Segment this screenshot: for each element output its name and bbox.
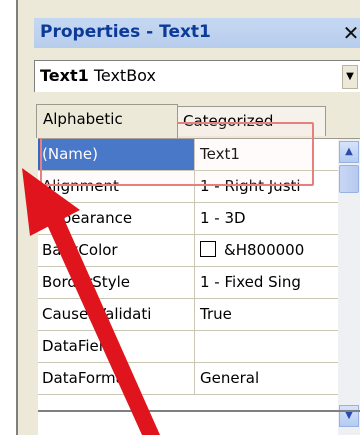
tab-categorized[interactable]: Categorized — [176, 106, 326, 136]
property-name: Alignment — [38, 171, 195, 202]
property-row-datafield[interactable]: DataField — [38, 331, 338, 363]
close-icon[interactable]: ✕ — [342, 20, 360, 46]
tab-label: Categorized — [183, 112, 274, 130]
chevron-down-icon[interactable]: ▼ — [342, 65, 358, 89]
property-row-alignment[interactable]: Alignment 1 - Right Justi — [38, 171, 338, 203]
property-row-name[interactable]: (Name) Text1 — [38, 139, 338, 171]
scroll-up-icon[interactable]: ▲ — [339, 141, 359, 163]
color-swatch — [200, 241, 216, 257]
desktop-background — [0, 0, 16, 435]
property-value[interactable]: 1 - 3D — [195, 203, 343, 234]
property-row-dataformat[interactable]: DataFormat General — [38, 363, 338, 395]
scroll-thumb[interactable] — [339, 165, 359, 193]
property-value-text: &H800000 — [224, 241, 305, 259]
property-row-causesvalidation[interactable]: CausesValidati True — [38, 299, 338, 331]
object-type: TextBox — [93, 66, 156, 85]
object-selector-label: Text1 TextBox — [40, 66, 156, 85]
tab-alphabetic[interactable]: Alphabetic — [36, 104, 178, 138]
property-name: Appearance — [38, 203, 195, 234]
panel-divider — [38, 410, 360, 412]
vertical-scrollbar[interactable]: ▲ ▼ — [338, 139, 360, 435]
window-frame — [18, 0, 26, 435]
properties-window: Properties - Text1 ✕ Text1 TextBox ▼ Cat… — [26, 0, 360, 436]
object-selector[interactable]: Text1 TextBox ▼ — [34, 60, 360, 92]
property-value[interactable]: &H800000 — [195, 235, 343, 266]
window-title: Properties - Text1 — [40, 22, 211, 42]
property-name: BackColor — [38, 235, 195, 266]
property-value[interactable]: General — [195, 363, 343, 394]
object-name: Text1 — [40, 66, 89, 85]
property-value[interactable]: True — [195, 299, 343, 330]
property-name: DataFormat — [38, 363, 195, 394]
property-row-appearance[interactable]: Appearance 1 - 3D — [38, 203, 338, 235]
property-name: (Name) — [38, 139, 195, 170]
property-name: DataField — [38, 331, 195, 362]
property-row-backcolor[interactable]: BackColor &H800000 — [38, 235, 338, 267]
tab-label: Alphabetic — [43, 110, 123, 128]
properties-titlebar[interactable]: Properties - Text1 ✕ — [34, 18, 360, 48]
property-grid: (Name) Text1 Alignment 1 - Right Justi A… — [38, 138, 360, 436]
property-value[interactable]: 1 - Right Justi — [195, 171, 343, 202]
scroll-down-icon[interactable]: ▼ — [339, 405, 359, 427]
property-value[interactable] — [195, 331, 343, 362]
property-row-borderstyle[interactable]: BorderStyle 1 - Fixed Sing — [38, 267, 338, 299]
property-name: CausesValidati — [38, 299, 195, 330]
property-name: BorderStyle — [38, 267, 195, 298]
property-value[interactable]: 1 - Fixed Sing — [195, 267, 343, 298]
property-value[interactable]: Text1 — [195, 139, 343, 170]
